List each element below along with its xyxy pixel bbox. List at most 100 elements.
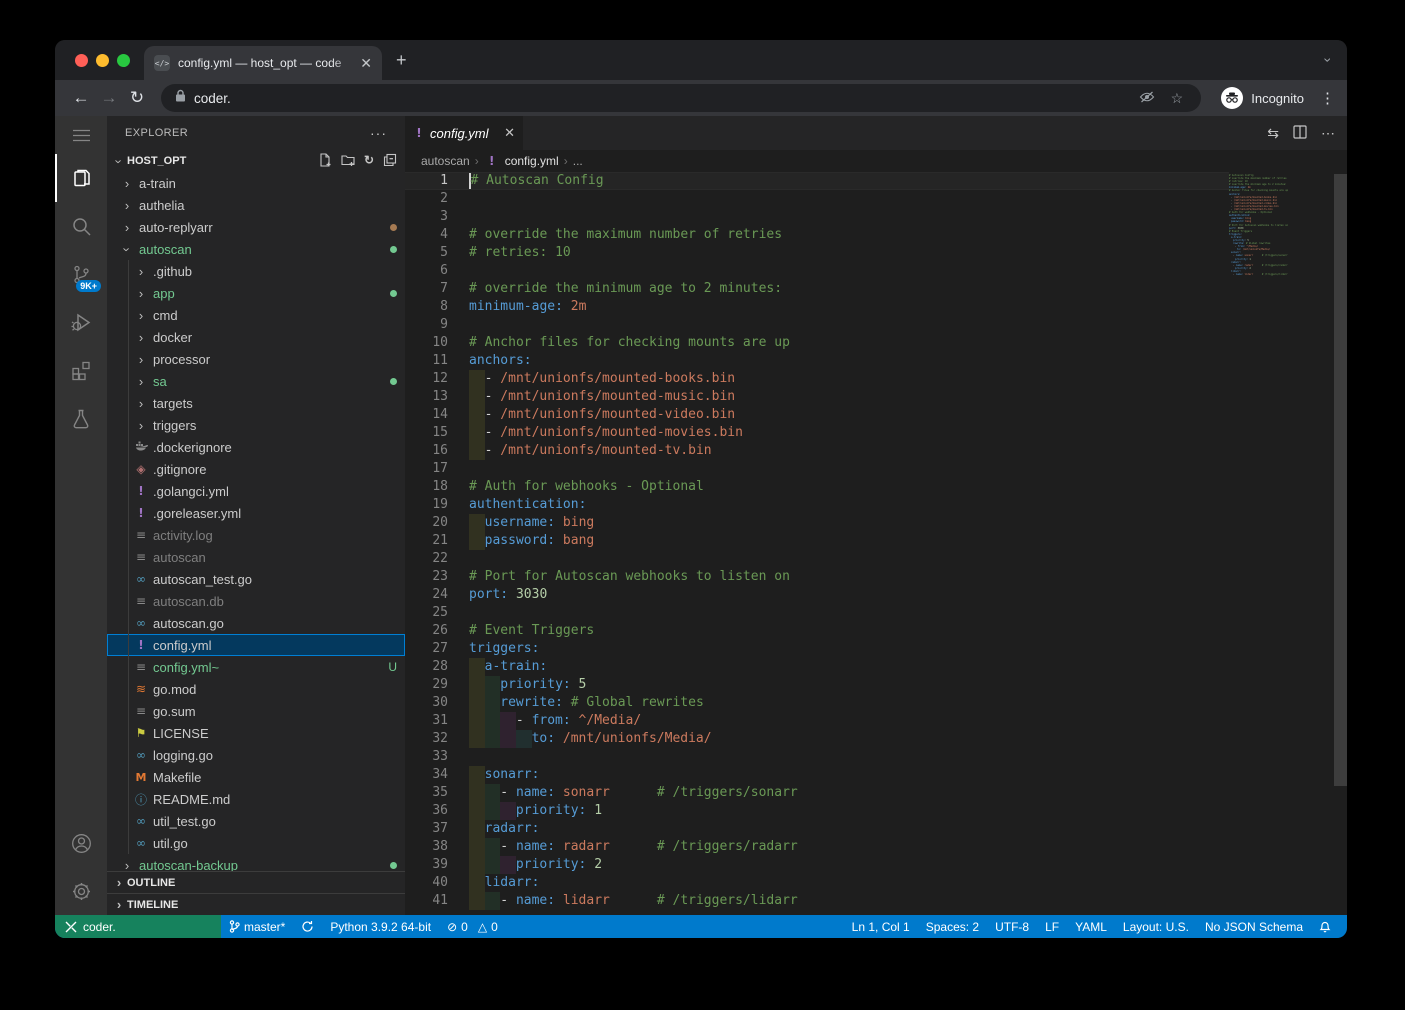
collapse-folders-icon[interactable] <box>383 153 397 170</box>
line-content[interactable]: - name: lidarr # /triggers/lidarr <box>448 892 798 910</box>
keyboard-layout-status[interactable]: Layout: U.S. <box>1115 915 1197 938</box>
json-schema-status[interactable]: No JSON Schema <box>1197 915 1311 938</box>
line-content[interactable]: rewrite: # Global rewrites <box>448 694 704 712</box>
tree-item-autoscan-backup[interactable]: ›autoscan-backup <box>107 854 405 871</box>
breadcrumb-file[interactable]: config.yml <box>505 154 559 168</box>
line-content[interactable]: - /mnt/unionfs/mounted-movies.bin <box>448 424 743 442</box>
code-line-13[interactable]: 13- /mnt/unionfs/mounted-music.bin <box>405 388 1229 406</box>
eol-status[interactable]: LF <box>1037 915 1067 938</box>
tree-item-config-yml[interactable]: !config.yml <box>107 634 405 656</box>
more-actions-icon[interactable]: ⋯ <box>1321 125 1335 142</box>
code-line-31[interactable]: 31- from: ^/Media/ <box>405 712 1229 730</box>
line-content[interactable]: - /mnt/unionfs/mounted-video.bin <box>448 406 735 424</box>
tree-item-github[interactable]: ›.github <box>107 260 405 282</box>
tab-close-icon[interactable]: ✕ <box>504 125 515 141</box>
line-content[interactable]: - /mnt/unionfs/mounted-books.bin <box>448 370 735 388</box>
hidden-eye-icon[interactable] <box>1139 90 1155 106</box>
url-text[interactable]: coder. <box>194 91 1131 106</box>
code-line-25[interactable]: 25 <box>405 604 1229 622</box>
tree-item-goreleaser-yml[interactable]: !.goreleaser.yml <box>107 502 405 524</box>
tree-item-util-test-go[interactable]: ∞util_test.go <box>107 810 405 832</box>
code-line-21[interactable]: 21password: bang <box>405 532 1229 550</box>
code-line-6[interactable]: 6 <box>405 262 1229 280</box>
python-interpreter-status[interactable]: Python 3.9.2 64-bit <box>322 915 439 938</box>
tab-search-chevron-icon[interactable]: › <box>1321 58 1337 63</box>
code-line-26[interactable]: 26# Event Triggers <box>405 622 1229 640</box>
code-line-14[interactable]: 14- /mnt/unionfs/mounted-video.bin <box>405 406 1229 424</box>
new-file-icon[interactable] <box>318 153 332 170</box>
line-content[interactable]: # Port for Autoscan webhooks to listen o… <box>448 568 790 586</box>
browser-tab[interactable]: </> config.yml — host_opt — code ✕ <box>144 46 382 80</box>
tree-item-autoscan-go[interactable]: ∞autoscan.go <box>107 612 405 634</box>
tree-item-app[interactable]: ›app <box>107 282 405 304</box>
tree-item-gitignore[interactable]: ◈.gitignore <box>107 458 405 480</box>
line-content[interactable]: - /mnt/unionfs/mounted-music.bin <box>448 388 735 406</box>
code-line-37[interactable]: 37radarr: <box>405 820 1229 838</box>
code-line-18[interactable]: 18# Auth for webhooks - Optional <box>405 478 1229 496</box>
line-content[interactable]: username: bing <box>448 514 594 532</box>
line-content[interactable]: # Anchor files for checking mounts are u… <box>448 334 790 352</box>
indentation-status[interactable]: Spaces: 2 <box>918 915 987 938</box>
code-line-23[interactable]: 23# Port for Autoscan webhooks to listen… <box>405 568 1229 586</box>
maximize-window-button[interactable] <box>117 54 130 67</box>
new-tab-button[interactable]: + <box>396 50 407 71</box>
tree-item-util-go[interactable]: ∞util.go <box>107 832 405 854</box>
new-folder-icon[interactable] <box>341 153 355 170</box>
code-line-17[interactable]: 17 <box>405 460 1229 478</box>
breadcrumb-folder[interactable]: autoscan <box>421 154 470 168</box>
line-content[interactable]: authentication: <box>448 496 586 514</box>
tree-item-go-mod[interactable]: ≋go.mod <box>107 678 405 700</box>
code-line-3[interactable]: 3 <box>405 208 1229 226</box>
line-content[interactable] <box>448 604 469 622</box>
code-line-24[interactable]: 24port: 3030 <box>405 586 1229 604</box>
tree-item-readme-md[interactable]: ⓘREADME.md <box>107 788 405 810</box>
code-line-5[interactable]: 5# retries: 10 <box>405 244 1229 262</box>
language-mode-status[interactable]: YAML <box>1067 915 1115 938</box>
line-content[interactable] <box>448 208 469 226</box>
tab-close-icon[interactable]: ✕ <box>358 55 374 72</box>
source-control-icon[interactable]: 9K+ <box>55 250 107 298</box>
line-content[interactable]: # retries: 10 <box>448 244 571 262</box>
code-line-12[interactable]: 12- /mnt/unionfs/mounted-books.bin <box>405 370 1229 388</box>
code-line-4[interactable]: 4# override the maximum number of retrie… <box>405 226 1229 244</box>
code-line-33[interactable]: 33 <box>405 748 1229 766</box>
tree-item-targets[interactable]: ›targets <box>107 392 405 414</box>
tree-item-activity-log[interactable]: ≡activity.log <box>107 524 405 546</box>
code-line-2[interactable]: 2 <box>405 190 1229 208</box>
code-line-32[interactable]: 32to: /mnt/unionfs/Media/ <box>405 730 1229 748</box>
problems-status[interactable]: ⊘0△0 <box>439 915 506 938</box>
tree-item-auto-replyarr[interactable]: ›auto-replyarr <box>107 216 405 238</box>
bookmark-star-icon[interactable]: ☆ <box>1171 90 1184 107</box>
code-line-7[interactable]: 7# override the minimum age to 2 minutes… <box>405 280 1229 298</box>
sync-status[interactable] <box>293 915 322 938</box>
tree-item-dockerignore[interactable]: .dockerignore <box>107 436 405 458</box>
code-line-22[interactable]: 22 <box>405 550 1229 568</box>
line-content[interactable]: radarr: <box>448 820 539 838</box>
line-content[interactable]: # Auth for webhooks - Optional <box>448 478 704 496</box>
tree-item-autoscan-test-go[interactable]: ∞autoscan_test.go <box>107 568 405 590</box>
line-content[interactable] <box>448 316 469 334</box>
tree-item-go-sum[interactable]: ≡go.sum <box>107 700 405 722</box>
tree-item-logging-go[interactable]: ∞logging.go <box>107 744 405 766</box>
code-line-41[interactable]: 41- name: lidarr # /triggers/lidarr <box>405 892 1229 910</box>
tree-item-autoscan-db[interactable]: ≡autoscan.db <box>107 590 405 612</box>
line-content[interactable]: # Autoscan Config <box>448 172 604 190</box>
tree-item-a-train[interactable]: ›a-train <box>107 172 405 194</box>
line-content[interactable]: to: /mnt/unionfs/Media/ <box>448 730 712 748</box>
outline-pane-header[interactable]: › OUTLINE <box>107 871 405 893</box>
account-icon[interactable] <box>55 819 107 867</box>
minimize-window-button[interactable] <box>96 54 109 67</box>
editor-scrollbar[interactable] <box>1334 174 1347 786</box>
line-content[interactable]: a-train: <box>448 658 547 676</box>
timeline-pane-header[interactable]: › TIMELINE <box>107 893 405 915</box>
open-changes-icon[interactable]: ⇆ <box>1267 125 1279 142</box>
reload-button[interactable]: ↻ <box>123 88 151 108</box>
code-line-16[interactable]: 16- /mnt/unionfs/mounted-tv.bin <box>405 442 1229 460</box>
explorer-more-actions-icon[interactable]: ··· <box>370 125 387 141</box>
tree-item-golangci-yml[interactable]: !.golangci.yml <box>107 480 405 502</box>
encoding-status[interactable]: UTF-8 <box>987 915 1037 938</box>
tree-item-authelia[interactable]: ›authelia <box>107 194 405 216</box>
editor-tab-config-yml[interactable]: ! config.yml ✕ <box>405 116 523 150</box>
tree-item-cmd[interactable]: ›cmd <box>107 304 405 326</box>
line-content[interactable] <box>448 748 469 766</box>
